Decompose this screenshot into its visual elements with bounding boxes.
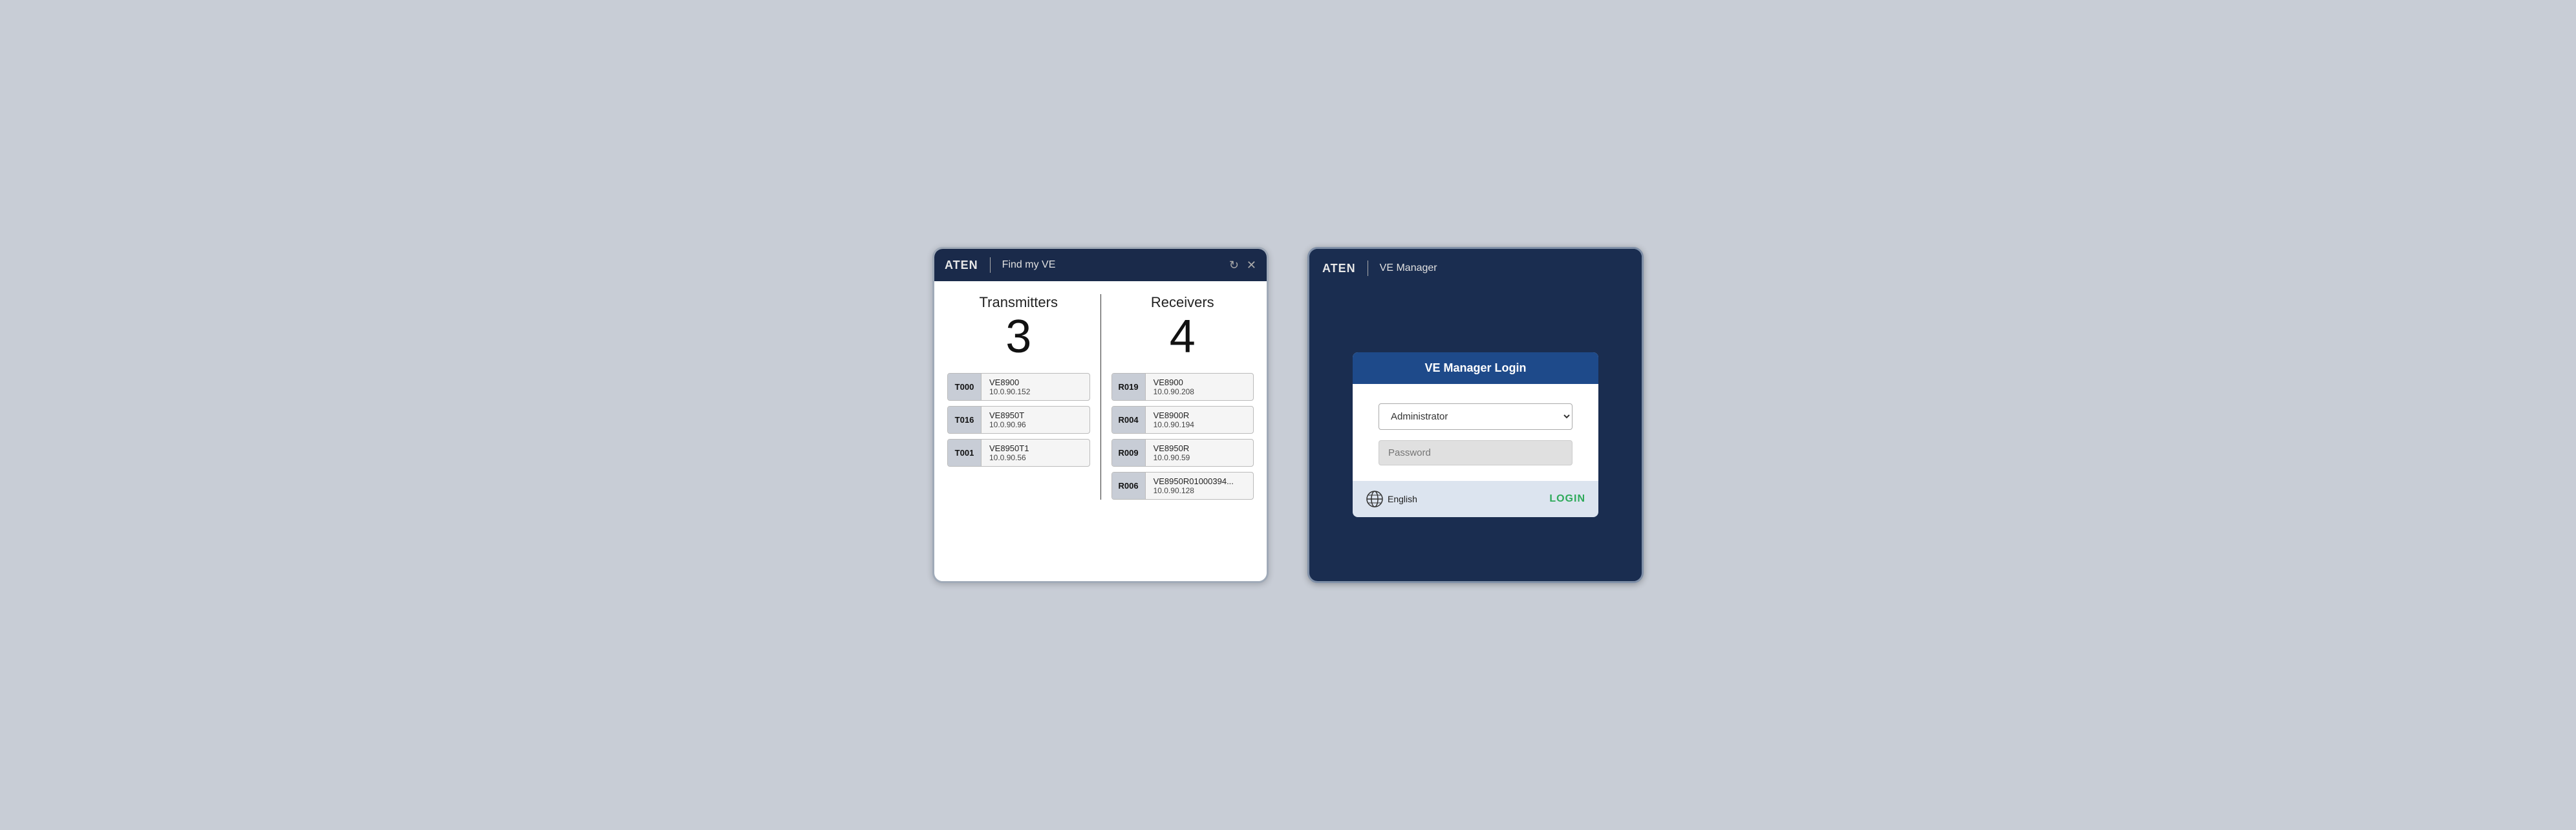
device-model: VE8950R01000394... [1154, 476, 1234, 486]
ve-manager-title: VE Manager [1380, 262, 1437, 274]
login-card-body: Administrator Operator User [1353, 384, 1598, 481]
device-id: R004 [1112, 407, 1146, 433]
device-ip: 10.0.90.56 [989, 453, 1029, 462]
language-selector[interactable]: English [1366, 490, 1417, 508]
column-divider [1100, 294, 1101, 500]
transmitters-column: Transmitters 3 T000 VE8900 10.0.90.152 T… [947, 294, 1090, 500]
device-ip: 10.0.90.59 [1154, 453, 1190, 462]
device-id: T016 [948, 407, 982, 433]
device-info: VE8900 10.0.90.152 [982, 374, 1038, 400]
aten-logo-ve: ATEN [1322, 262, 1356, 275]
device-info: VE8900R 10.0.90.194 [1146, 407, 1202, 433]
receivers-count: 4 [1170, 314, 1196, 360]
login-card: VE Manager Login Administrator Operator … [1353, 352, 1598, 517]
transmitters-count: 3 [1005, 314, 1031, 360]
language-text: English [1388, 494, 1417, 504]
receivers-list: R019 VE8900 10.0.90.208 R004 VE8900R 10.… [1111, 373, 1254, 500]
ve-manager-header: ATEN VE Manager [1309, 249, 1642, 288]
device-model: VE8950R [1154, 443, 1190, 453]
device-id: T001 [948, 440, 982, 466]
list-item[interactable]: T000 VE8900 10.0.90.152 [947, 373, 1090, 401]
password-input[interactable] [1379, 440, 1572, 465]
ve-manager-panel: ATEN VE Manager VE Manager Login Adminis… [1307, 247, 1644, 583]
login-heading-text: VE Manager Login [1424, 361, 1526, 374]
device-info: VE8950R01000394... 10.0.90.128 [1146, 473, 1241, 499]
transmitters-list: T000 VE8900 10.0.90.152 T016 VE8950T 10.… [947, 373, 1090, 467]
globe-icon [1366, 490, 1384, 508]
device-ip: 10.0.90.194 [1154, 420, 1194, 429]
device-id: R009 [1112, 440, 1146, 466]
device-info: VE8950T 10.0.90.96 [982, 407, 1034, 433]
device-model: VE8900 [989, 378, 1030, 387]
device-info: VE8900 10.0.90.208 [1146, 374, 1202, 400]
device-id: R006 [1112, 473, 1146, 499]
list-item[interactable]: R009 VE8950R 10.0.90.59 [1111, 439, 1254, 467]
header-icons: ↻ ✕ [1229, 259, 1256, 272]
device-model: VE8900 [1154, 378, 1194, 387]
device-ip: 10.0.90.208 [1154, 387, 1194, 396]
list-item[interactable]: R019 VE8900 10.0.90.208 [1111, 373, 1254, 401]
login-footer: English LOGIN [1353, 481, 1598, 517]
device-model: VE8950T1 [989, 443, 1029, 453]
find-ve-header: ATEN Find my VE ↻ ✕ [934, 249, 1267, 281]
login-card-heading: VE Manager Login [1353, 352, 1598, 384]
ve-manager-body: VE Manager Login Administrator Operator … [1309, 288, 1642, 581]
device-ip: 10.0.90.128 [1154, 486, 1234, 495]
device-ip: 10.0.90.96 [989, 420, 1026, 429]
login-button[interactable]: LOGIN [1549, 493, 1585, 505]
header-divider [990, 257, 991, 273]
transmitters-label: Transmitters [980, 294, 1058, 311]
device-model: VE8950T [989, 410, 1026, 420]
list-item[interactable]: R006 VE8950R01000394... 10.0.90.128 [1111, 472, 1254, 500]
find-my-ve-panel: ATEN Find my VE ↻ ✕ Transmitters 3 T000 … [932, 247, 1269, 583]
refresh-icon[interactable]: ↻ [1229, 259, 1239, 272]
aten-logo: ATEN [945, 259, 978, 272]
device-id: R019 [1112, 374, 1146, 400]
device-ip: 10.0.90.152 [989, 387, 1030, 396]
find-ve-body: Transmitters 3 T000 VE8900 10.0.90.152 T… [934, 281, 1267, 513]
receivers-label: Receivers [1151, 294, 1214, 311]
device-model: VE8900R [1154, 410, 1194, 420]
list-item[interactable]: T001 VE8950T1 10.0.90.56 [947, 439, 1090, 467]
list-item[interactable]: R004 VE8900R 10.0.90.194 [1111, 406, 1254, 434]
list-item[interactable]: T016 VE8950T 10.0.90.96 [947, 406, 1090, 434]
username-select[interactable]: Administrator Operator User [1379, 403, 1572, 430]
device-id: T000 [948, 374, 982, 400]
receivers-column: Receivers 4 R019 VE8900 10.0.90.208 R004… [1111, 294, 1254, 500]
find-ve-title: Find my VE [1002, 259, 1056, 271]
device-info: VE8950T1 10.0.90.56 [982, 440, 1036, 466]
close-icon[interactable]: ✕ [1247, 259, 1256, 272]
device-info: VE8950R 10.0.90.59 [1146, 440, 1198, 466]
